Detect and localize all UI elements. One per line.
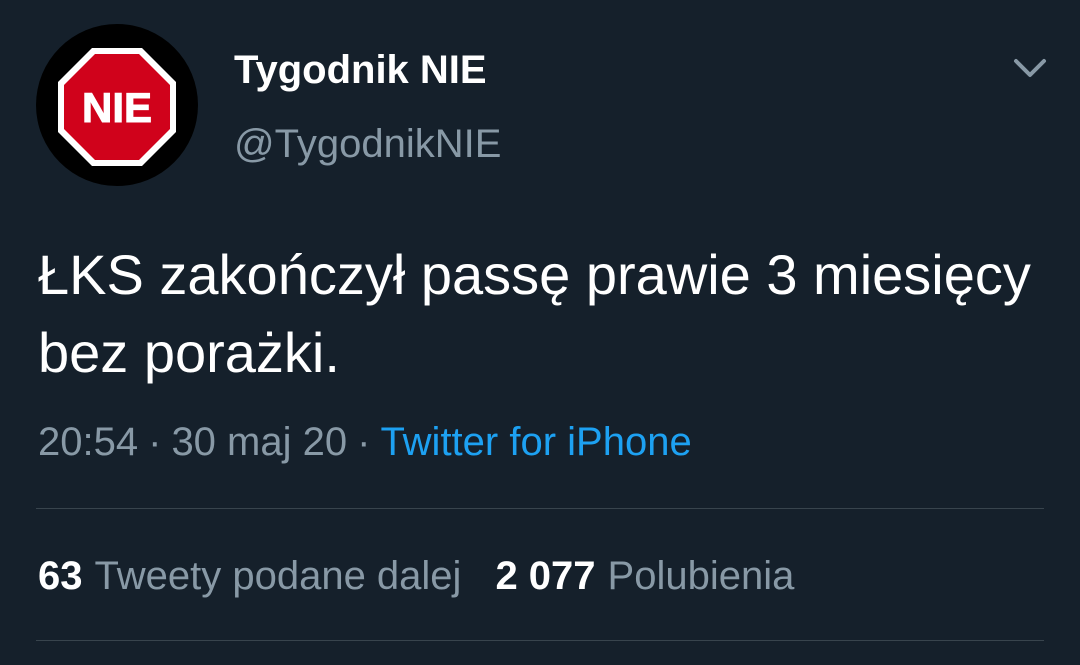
tweet-detail: NIE Tygodnik NIE @TygodnikNIE ŁKS zakońc… <box>0 0 1080 665</box>
divider <box>36 508 1044 509</box>
retweets-count: 63 <box>38 554 83 598</box>
retweets-label: Tweety podane dalej <box>94 554 462 598</box>
more-options-button[interactable] <box>1008 52 1052 84</box>
tweet-meta: 20:54 · 30 maj 20 · Twitter for iPhone <box>38 418 692 466</box>
meta-separator: · <box>148 420 162 464</box>
retweets-stat[interactable]: 63 Tweety podane dalej <box>38 552 461 600</box>
likes-label: Polubienia <box>607 554 795 598</box>
tweet-text: ŁKS zakończył passę prawie 3 miesięcy be… <box>38 243 1031 384</box>
tweet-date[interactable]: 30 maj 20 <box>171 420 347 464</box>
display-name[interactable]: Tygodnik NIE <box>234 46 487 94</box>
meta-separator: · <box>357 420 371 464</box>
likes-stat[interactable]: 2 077 Polubienia <box>495 552 794 600</box>
likes-count: 2 077 <box>495 554 596 598</box>
chevron-down-icon <box>1014 59 1046 77</box>
stop-sign-text: NIE <box>82 84 152 131</box>
divider <box>36 640 1044 641</box>
tweet-time[interactable]: 20:54 <box>38 420 138 464</box>
engagement-stats: 63 Tweety podane dalej 2 077 Polubienia <box>38 552 794 600</box>
user-handle[interactable]: @TygodnikNIE <box>234 120 501 168</box>
stop-sign-icon: NIE <box>58 48 176 166</box>
avatar[interactable]: NIE <box>36 24 198 186</box>
tweet-source-link[interactable]: Twitter for iPhone <box>380 420 691 464</box>
